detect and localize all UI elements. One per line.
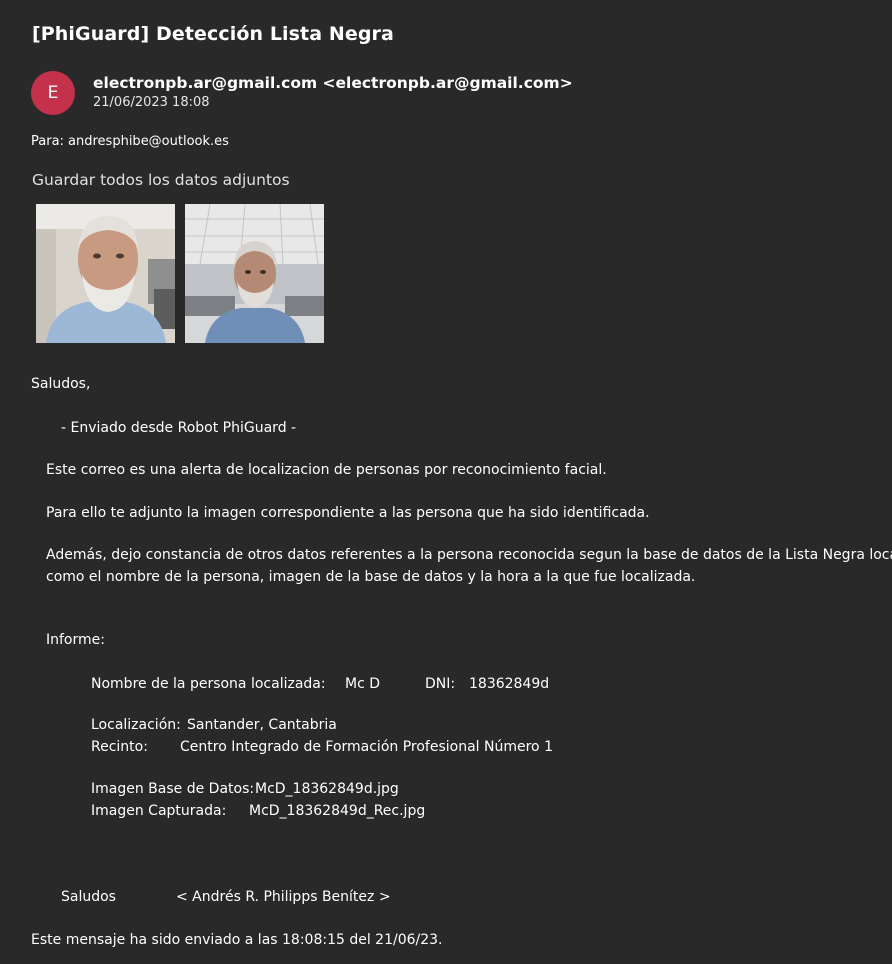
captured-image-label: Imagen Capturada: [91,803,227,819]
avatar-initial: E [47,83,59,103]
paragraph-1: Este correo es una alerta de localizacio… [46,462,607,478]
location-value: Santander, Cantabria [187,717,337,733]
sender-address[interactable]: electronpb.ar@gmail.com <electronpb.ar@g… [93,74,573,92]
name-value: Mc D [345,676,381,692]
location-label: Localización: [91,717,181,733]
venue-value: Centro Integrado de Formación Profesiona… [180,739,553,755]
save-all-attachments-link[interactable]: Guardar todos los datos adjuntos [32,171,290,189]
name-label: Nombre de la persona localizada: [91,676,326,692]
sender-avatar[interactable]: E [31,71,75,115]
recipient-line: Para: andresphibe@outlook.es [31,134,229,149]
photo-thumbnail [185,204,324,343]
greeting: Saludos, [31,376,91,392]
dni-value: 18362849d [469,676,550,692]
paragraph-3-line-2: como el nombre de la persona, imagen de … [46,569,696,585]
footer-note: Este mensaje ha sido enviado a las 18:08… [31,932,443,948]
paragraph-2: Para ello te adjunto la imagen correspon… [46,505,650,521]
signature: < Andrés R. Philipps Benítez > [176,889,391,905]
photo-thumbnail [36,204,175,343]
sent-date: 21/06/2023 18:08 [93,95,210,110]
email-subject: [PhiGuard] Detección Lista Negra [32,23,394,45]
closing: Saludos [61,889,116,905]
venue-label: Recinto: [91,739,148,755]
attachment-thumbnail-1[interactable] [36,204,175,343]
sent-from-line: - Enviado desde Robot PhiGuard - [61,420,297,436]
attachment-thumbnail-2[interactable] [185,204,324,343]
db-image-value: McD_18362849d.jpg [255,781,399,797]
captured-image-value: McD_18362849d_Rec.jpg [249,803,426,819]
dni-label: DNI: [425,676,456,692]
paragraph-3-line-1: Además, dejo constancia de otros datos r… [46,547,892,563]
report-label: Informe: [46,632,105,648]
db-image-label: Imagen Base de Datos: [91,781,255,797]
